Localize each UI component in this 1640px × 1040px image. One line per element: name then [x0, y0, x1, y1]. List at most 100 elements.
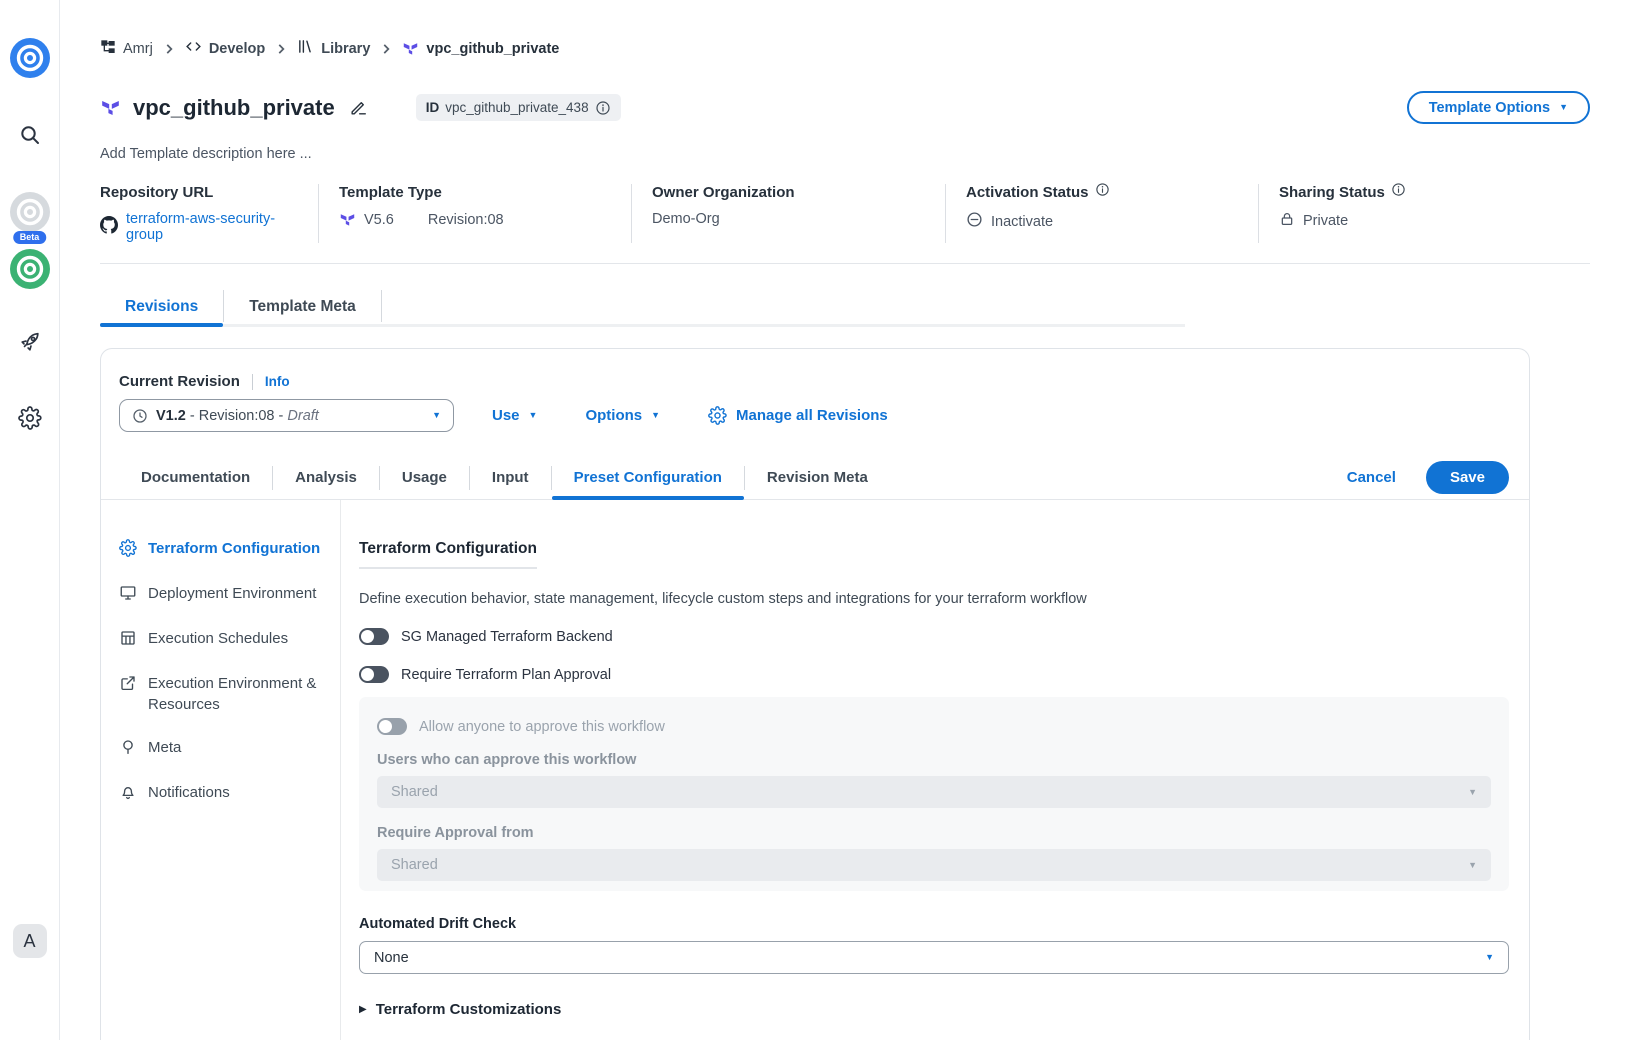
revision-actions-row: V1.2 - Revision:08 - Draft ▼ Use ▼ Optio…	[119, 399, 1511, 432]
subnav-terraform-configuration[interactable]: Terraform Configuration	[119, 538, 340, 561]
breadcrumb-org[interactable]: Amrj	[100, 39, 153, 59]
divider	[251, 373, 253, 390]
repository-link[interactable]: terraform-aws-security-group	[126, 211, 298, 243]
monitor-icon	[119, 583, 137, 606]
template-description[interactable]: Add Template description here ...	[100, 146, 1590, 162]
app-window: Beta A Amrj Develop Library vpc_github_p…	[0, 0, 1640, 1040]
tab-preset-configuration[interactable]: Preset Configuration	[551, 456, 745, 500]
template-tabs: Revisions Template Meta	[100, 290, 1185, 327]
edit-pencil-icon[interactable]	[349, 98, 368, 117]
app-logo-icon[interactable]	[9, 38, 50, 83]
plan-approval-toggle-row: Require Terraform Plan Approval	[359, 666, 1509, 683]
template-version: V5.6	[364, 211, 394, 228]
beta-badge: Beta	[12, 231, 47, 244]
revision-select[interactable]: V1.2 - Revision:08 - Draft ▼	[119, 399, 454, 432]
revision-card: Current Revision Info V1.2 - Revision:08…	[100, 348, 1530, 1040]
caret-down-icon: ▼	[432, 410, 441, 420]
tab-documentation[interactable]: Documentation	[119, 456, 272, 499]
breadcrumb-template[interactable]: vpc_github_private	[402, 40, 559, 57]
caret-down-icon: ▼	[651, 410, 661, 420]
caret-down-icon: ▼	[1485, 952, 1494, 962]
subnav-deployment-environment[interactable]: Deployment Environment	[119, 583, 340, 606]
caret-down-icon: ▼	[1468, 786, 1477, 797]
meta-repository: Repository URL terraform-aws-security-gr…	[100, 184, 318, 243]
config-subnav: Terraform Configuration Deployment Envir…	[119, 500, 341, 1040]
meta-template-type: Template Type V5.6 Revision:08	[318, 184, 631, 243]
cancel-button[interactable]: Cancel	[1347, 469, 1396, 486]
allow-anyone-toggle-row: Allow anyone to approve this workflow	[377, 718, 1491, 735]
info-icon[interactable]	[595, 100, 611, 116]
left-rail: Beta A	[0, 0, 60, 1040]
plan-approval-toggle[interactable]	[359, 666, 389, 683]
breadcrumb: Amrj Develop Library vpc_github_private	[100, 38, 1590, 59]
tab-template-meta[interactable]: Template Meta	[224, 290, 381, 324]
info-icon[interactable]	[1095, 182, 1110, 197]
tab-revision-meta[interactable]: Revision Meta	[745, 456, 890, 499]
tab-revisions[interactable]: Revisions	[100, 290, 224, 327]
caret-down-icon: ▼	[528, 410, 538, 420]
clock-icon	[132, 408, 148, 424]
info-icon[interactable]	[1391, 182, 1406, 197]
approval-panel: Allow anyone to approve this workflow Us…	[359, 697, 1509, 891]
lock-icon	[1279, 211, 1295, 231]
breadcrumb-library[interactable]: Library	[297, 38, 370, 59]
template-id-value: vpc_github_private_438	[445, 100, 589, 115]
terraform-customizations-accordion[interactable]: ▶ Terraform Customizations	[359, 1001, 1509, 1018]
subnav-notifications[interactable]: Notifications	[119, 782, 340, 805]
template-meta-row: Repository URL terraform-aws-security-gr…	[100, 182, 1590, 264]
options-button[interactable]: Options ▼	[585, 407, 660, 424]
search-icon[interactable]	[18, 123, 42, 152]
user-avatar[interactable]: A	[12, 924, 47, 958]
caret-down-icon: ▼	[1468, 859, 1477, 870]
preset-config-body: Terraform Configuration Deployment Envir…	[119, 500, 1511, 1040]
title-row: vpc_github_private ID vpc_github_private…	[100, 91, 1590, 124]
use-button[interactable]: Use ▼	[492, 407, 537, 424]
manage-revisions-button[interactable]: Manage all Revisions	[708, 406, 888, 425]
chevron-right-icon	[379, 42, 393, 56]
save-button[interactable]: Save	[1425, 461, 1509, 494]
active-workspace-icon[interactable]	[9, 249, 50, 294]
tab-divider	[380, 290, 382, 322]
info-link[interactable]: Info	[265, 374, 290, 389]
caret-right-icon: ▶	[359, 1004, 367, 1015]
org-icon	[100, 39, 116, 59]
template-id-badge: ID vpc_github_private_438	[415, 94, 621, 121]
breadcrumb-develop[interactable]: Develop	[185, 38, 265, 59]
rocket-icon[interactable]	[17, 330, 42, 360]
beta-workspace-icon[interactable]: Beta	[9, 192, 50, 244]
sg-backend-toggle[interactable]	[359, 628, 389, 645]
page-title: vpc_github_private	[133, 94, 335, 120]
meta-owner-org: Owner Organization Demo-Org	[631, 184, 945, 243]
terraform-icon	[100, 97, 121, 118]
subnav-execution-schedules[interactable]: Execution Schedules	[119, 628, 340, 651]
gear-icon[interactable]	[17, 406, 42, 435]
owner-org-value: Demo-Org	[652, 211, 720, 227]
gear-icon	[708, 406, 727, 425]
approvers-label: Users who can approve this workflow	[377, 752, 637, 768]
drift-check-select[interactable]: None ▼	[359, 941, 1509, 974]
template-options-button[interactable]: Template Options ▼	[1406, 91, 1590, 124]
schedule-grid-icon	[119, 628, 137, 651]
tab-input[interactable]: Input	[470, 456, 551, 499]
subnav-meta[interactable]: Meta	[119, 737, 340, 760]
template-revision: Revision:08	[427, 211, 504, 228]
gear-icon	[119, 538, 137, 561]
tab-usage[interactable]: Usage	[380, 456, 469, 499]
sg-backend-toggle-row: SG Managed Terraform Backend	[359, 628, 1509, 645]
section-description: Define execution behavior, state managem…	[359, 591, 1087, 607]
library-icon	[297, 38, 314, 59]
meta-activation-status: Activation Status Inactivate	[945, 182, 1258, 243]
github-icon	[100, 216, 118, 238]
section-heading: Terraform Configuration	[359, 540, 537, 569]
terraform-config-section: Terraform Configuration Define execution…	[341, 500, 1511, 1040]
allow-anyone-toggle	[377, 718, 407, 735]
revision-tabs: Documentation Analysis Usage Input Prese…	[101, 456, 1529, 500]
caret-down-icon: ▼	[1559, 102, 1568, 112]
approvers-select: Shared ▼	[377, 776, 1491, 808]
tab-analysis[interactable]: Analysis	[273, 456, 379, 499]
require-approval-label: Require Approval from	[377, 825, 534, 841]
terraform-icon	[339, 211, 356, 228]
subnav-execution-environment[interactable]: Execution Environment & Resources	[119, 673, 340, 715]
bell-icon	[119, 782, 137, 805]
meta-sharing-status: Sharing Status Private	[1258, 182, 1590, 243]
